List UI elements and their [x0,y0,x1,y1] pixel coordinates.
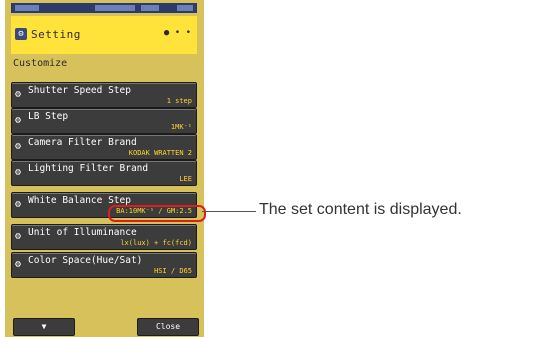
page-title: Setting [31,28,81,41]
setting-value: KODAK WRATTEN 2 [128,149,192,157]
gear-icon: ⚙ [15,89,22,100]
setting-label: Shutter Speed Step [28,85,131,96]
gear-icon: ⚙ [15,259,22,270]
status-bar [11,3,197,13]
gear-icon: ⚙ [15,115,22,126]
status-indicator [95,5,135,11]
setting-value: LEE [179,175,192,183]
setting-label: LB Step [28,111,69,122]
gear-icon: ⚙ [15,231,22,242]
header: ⚙ Setting ● • • [11,16,197,54]
setting-lb-step[interactable]: ⚙ LB Step 1MK⁻¹ [11,108,197,134]
setting-value: 1 step [166,97,192,105]
settings-icon: ⚙ [15,28,27,40]
setting-value: 1MK⁻¹ [170,123,192,131]
callout-line [202,211,256,212]
setting-camera-filter-brand[interactable]: ⚙ Camera Filter Brand KODAK WRATTEN 2 [11,134,197,160]
setting-value: lx(lux) + fc(fcd) [120,239,192,247]
setting-color-space[interactable]: ⚙ Color Space(Hue/Sat) HSI / D65 [11,252,197,278]
page-indicator: ● • • [163,28,191,38]
setting-shutter-speed-step[interactable]: ⚙ Shutter Speed Step 1 step [11,82,197,108]
light-meter-screen: ⚙ Setting ● • • Customize ⚙ Shutter Spee… [5,0,204,337]
status-indicator [141,5,159,11]
setting-unit-of-illuminance[interactable]: ⚙ Unit of Illuminance lx(lux) + fc(fcd) [11,224,197,250]
close-button[interactable]: Close [137,318,199,336]
gear-icon: ⚙ [15,199,22,210]
callout-text: The set content is displayed. [259,201,462,218]
setting-label: Camera Filter Brand [28,137,137,148]
gear-icon: ⚙ [15,141,22,152]
setting-value: HSI / D65 [154,267,192,275]
setting-label: Color Space(Hue/Sat) [28,255,143,266]
setting-label: Lighting Filter Brand [28,163,149,174]
gear-icon: ⚙ [15,167,22,178]
battery-icon [15,5,39,11]
scroll-down-button[interactable]: ▼ [13,318,75,336]
section-label: Customize [13,58,68,69]
highlight-ring [108,205,206,222]
setting-label: Unit of Illuminance [28,227,137,238]
setting-lighting-filter-brand[interactable]: ⚙ Lighting Filter Brand LEE [11,160,197,186]
status-indicator [177,5,193,11]
